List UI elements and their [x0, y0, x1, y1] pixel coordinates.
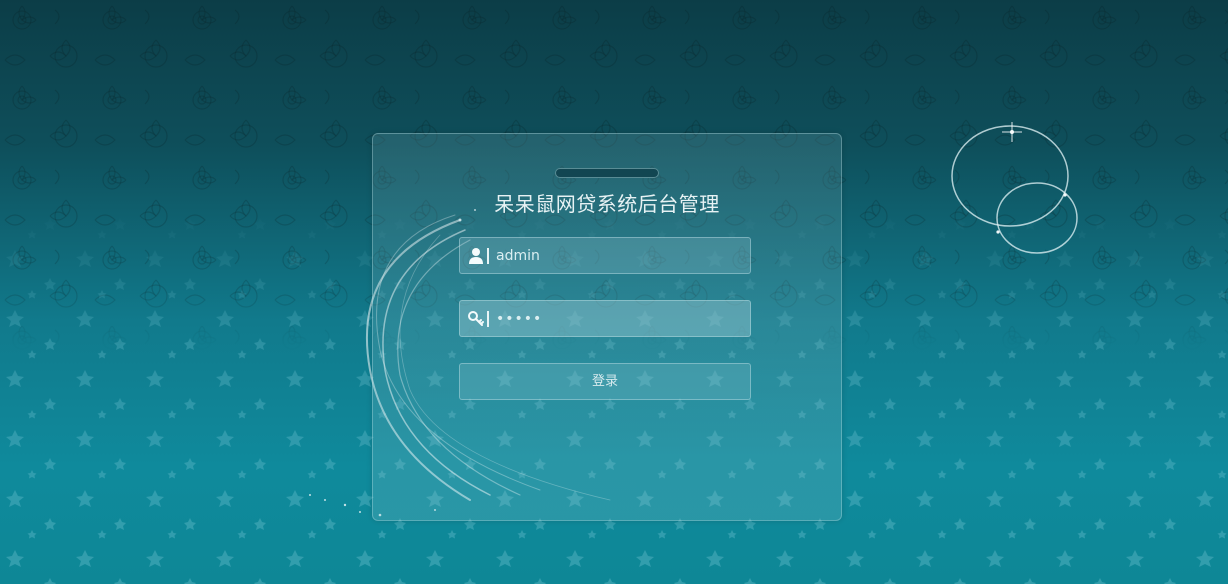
- username-field[interactable]: [459, 237, 751, 274]
- panel-handle: [555, 168, 659, 178]
- field-separator: [487, 248, 489, 264]
- page-title: 呆呆鼠网贷系统后台管理: [494, 192, 720, 216]
- login-panel: 呆呆鼠网贷系统后台管理 登录: [372, 133, 842, 521]
- username-input[interactable]: [496, 238, 746, 273]
- key-icon: [468, 311, 484, 326]
- login-page: 呆呆鼠网贷系统后台管理 登录: [0, 0, 1228, 584]
- user-icon: [469, 248, 483, 264]
- field-separator: [487, 311, 489, 327]
- password-input[interactable]: [496, 301, 746, 336]
- login-button[interactable]: 登录: [459, 363, 751, 400]
- password-field[interactable]: [459, 300, 751, 337]
